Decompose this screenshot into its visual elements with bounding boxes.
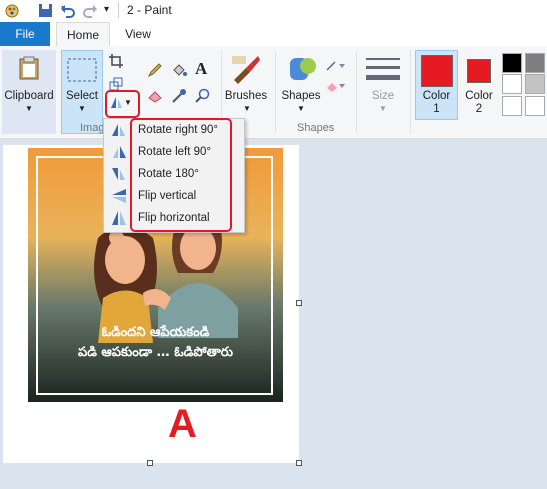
fill-icon[interactable] bbox=[325, 78, 347, 92]
title-bar: ▾ 2 - Paint bbox=[0, 0, 547, 22]
palette-swatch-gray[interactable] bbox=[525, 53, 545, 73]
ribbon-separator bbox=[410, 50, 411, 134]
paint-app-icon bbox=[5, 4, 19, 18]
palette-swatch-light-gray[interactable] bbox=[525, 74, 545, 94]
rotate-180-icon bbox=[112, 168, 125, 180]
ribbon-separator bbox=[356, 50, 357, 134]
annotation-letter: A bbox=[168, 402, 197, 446]
select-label: Select bbox=[66, 90, 98, 102]
palette-swatch-empty[interactable] bbox=[502, 96, 522, 116]
resize-handle-right[interactable] bbox=[296, 300, 302, 306]
flip-vertical-icon bbox=[112, 189, 126, 203]
size-icon bbox=[366, 58, 400, 80]
menu-highlight-box bbox=[130, 118, 232, 232]
size-button[interactable]: Size bbox=[362, 90, 404, 102]
resize-handle-corner[interactable] bbox=[296, 460, 302, 466]
fill-bucket-icon[interactable] bbox=[171, 62, 187, 78]
tab-home[interactable]: Home bbox=[56, 22, 110, 48]
brushes-button[interactable]: Brushes bbox=[224, 90, 268, 102]
shapes-group-label: Shapes bbox=[297, 122, 335, 134]
resize-handle-bottom[interactable] bbox=[147, 460, 153, 466]
clipboard-label[interactable]: Clipboard bbox=[2, 90, 56, 102]
title-separator bbox=[118, 2, 119, 18]
tab-view[interactable]: View bbox=[114, 22, 162, 46]
outline-icon[interactable] bbox=[325, 58, 347, 72]
crop-icon[interactable] bbox=[109, 54, 123, 68]
color1-label: Color bbox=[422, 90, 451, 102]
palette-swatch-black[interactable] bbox=[502, 53, 522, 73]
shapes-dropdown-icon[interactable]: ▼ bbox=[294, 104, 308, 113]
pencil-icon[interactable] bbox=[147, 62, 163, 78]
magnifier-icon[interactable] bbox=[195, 88, 211, 104]
ribbon: Clipboard ▼ Select ▼ ▼ Image A Brushes ▼… bbox=[0, 46, 547, 139]
color2-label[interactable]: Color bbox=[459, 90, 499, 102]
select-rectangle-icon bbox=[67, 58, 97, 82]
flip-horizontal-icon bbox=[112, 211, 126, 225]
window-title: 2 - Paint bbox=[127, 3, 172, 17]
color2-swatch[interactable] bbox=[467, 59, 491, 83]
shapes-button[interactable]: Shapes bbox=[278, 90, 324, 102]
clipboard-dropdown-icon[interactable]: ▼ bbox=[22, 104, 36, 113]
resize-icon[interactable] bbox=[109, 77, 123, 91]
palette-swatch-empty[interactable] bbox=[525, 96, 545, 116]
save-icon[interactable] bbox=[38, 3, 53, 18]
shapes-icon bbox=[290, 58, 316, 80]
color2-number: 2 bbox=[475, 103, 483, 115]
palette-swatch-white[interactable] bbox=[502, 74, 522, 94]
customize-quick-access-icon[interactable]: ▾ bbox=[104, 4, 109, 15]
size-dropdown-icon[interactable]: ▼ bbox=[376, 104, 390, 113]
eraser-icon[interactable] bbox=[147, 88, 163, 104]
rotate-left-icon bbox=[113, 146, 126, 158]
select-dropdown-icon[interactable]: ▼ bbox=[75, 104, 89, 113]
ribbon-tabs: File Home View bbox=[0, 22, 547, 48]
brushes-icon bbox=[232, 56, 260, 84]
color-picker-icon[interactable] bbox=[171, 88, 187, 104]
undo-icon[interactable] bbox=[60, 3, 76, 18]
brushes-dropdown-icon[interactable]: ▼ bbox=[240, 104, 254, 113]
ribbon-separator bbox=[275, 50, 276, 134]
rotate-highlight-box bbox=[105, 90, 140, 118]
clipboard-icon[interactable] bbox=[18, 56, 40, 80]
tab-file[interactable]: File bbox=[0, 22, 50, 46]
color1-swatch bbox=[421, 55, 453, 87]
redo-icon[interactable] bbox=[82, 3, 98, 18]
rotate-right-icon bbox=[112, 124, 125, 136]
text-tool-icon[interactable]: A bbox=[195, 59, 207, 79]
color1-number: 1 bbox=[433, 103, 440, 115]
